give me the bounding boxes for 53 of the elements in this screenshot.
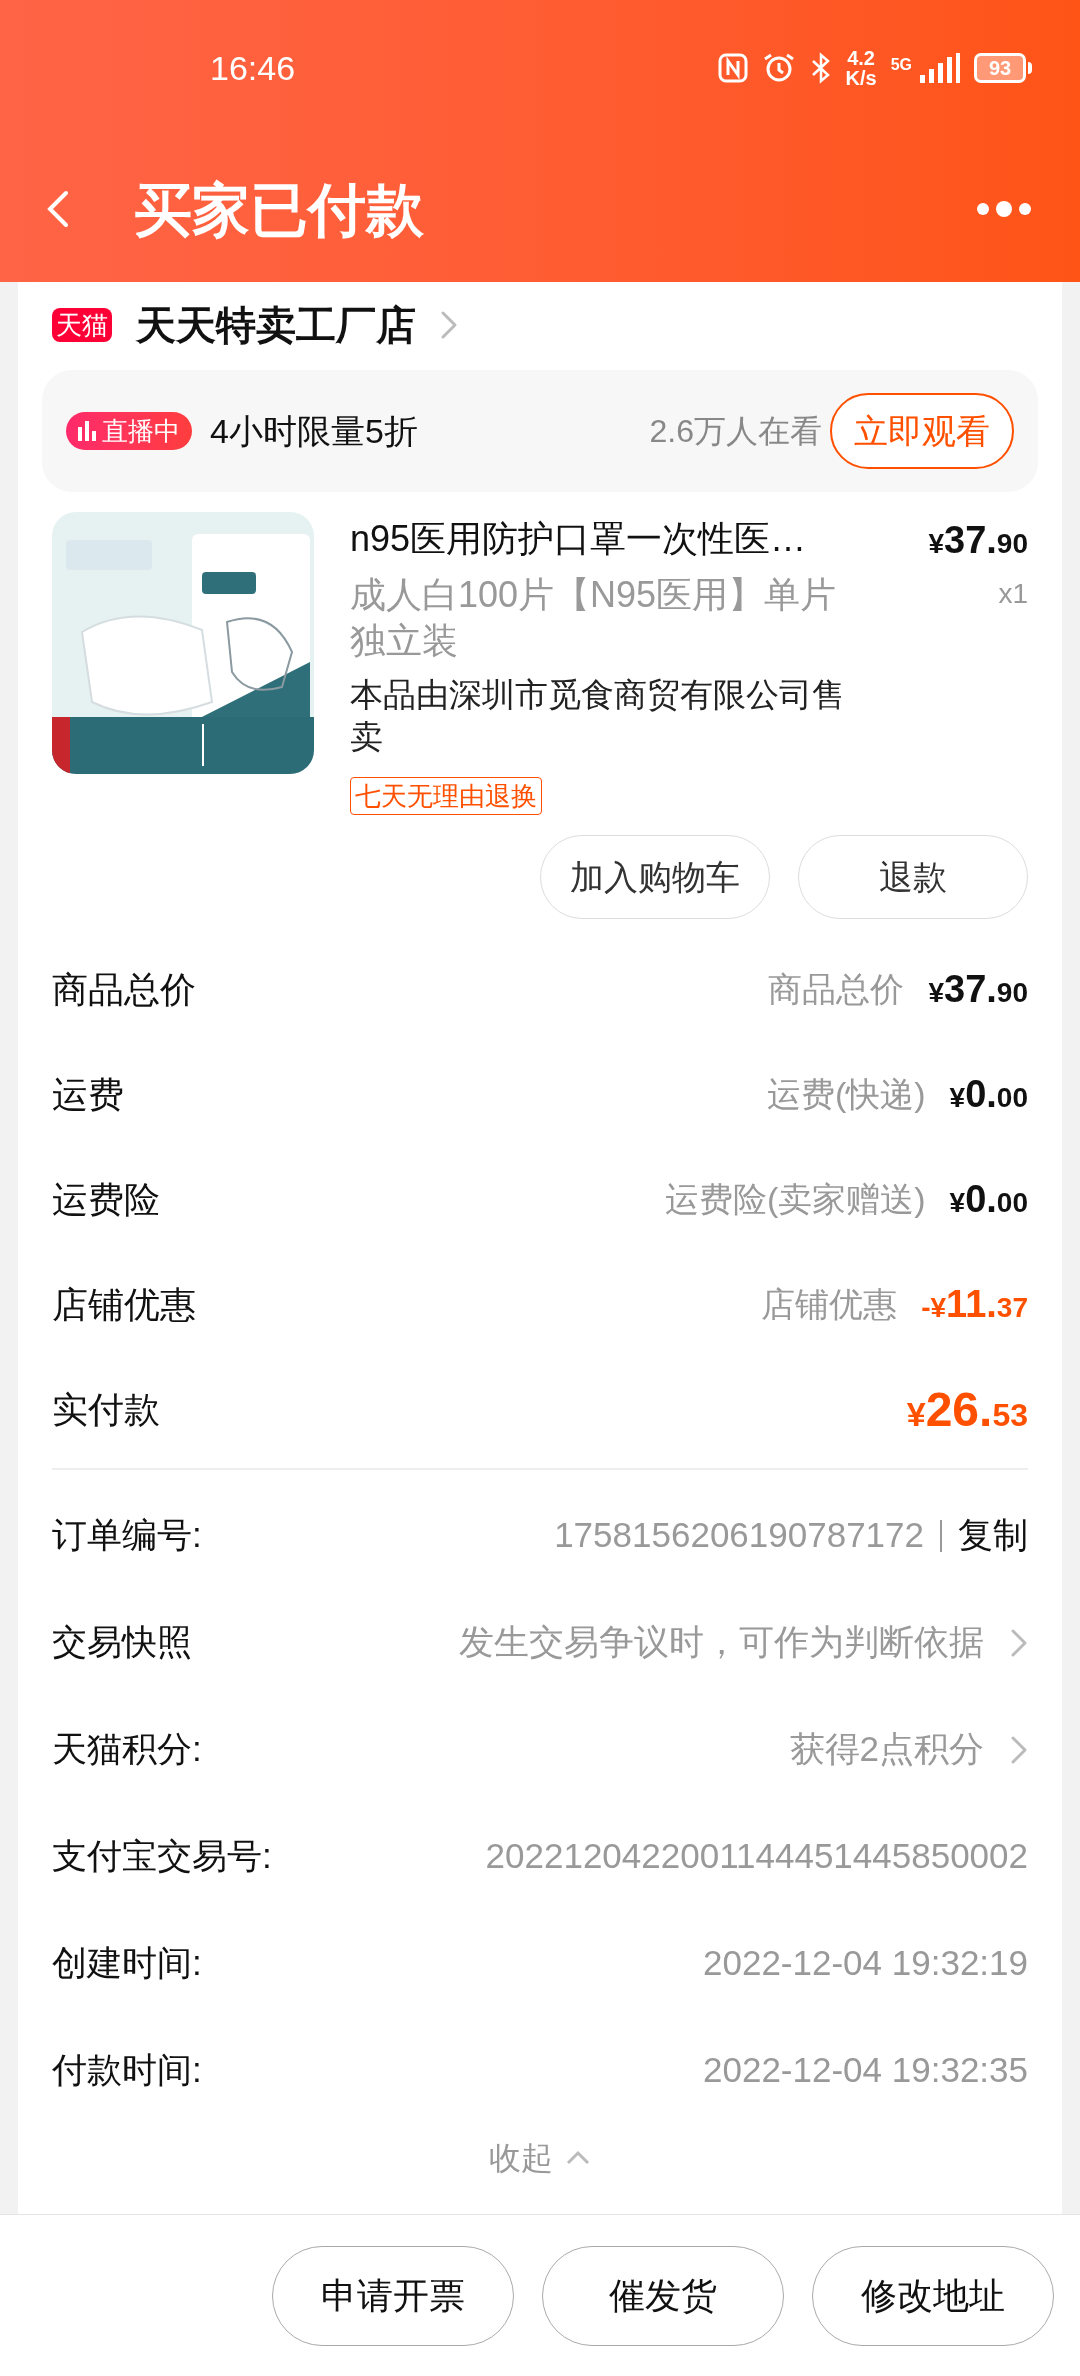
product-spec: 成人白100片【N95医用】单片独立装	[350, 573, 838, 663]
info-value: 1758156206190787172	[554, 1514, 924, 1557]
status-time: 16:46	[210, 47, 296, 89]
info-label: 订单编号:	[52, 1514, 202, 1557]
amount-detail: 店铺优惠	[761, 1284, 898, 1325]
amount-label: 店铺优惠	[52, 1282, 196, 1327]
info-label: 交易快照	[52, 1621, 192, 1664]
info-label: 天猫积分:	[52, 1728, 202, 1771]
chevron-right-icon	[440, 310, 458, 340]
network-type: 5G	[890, 55, 912, 75]
info-value: 2022120422001144451445850002	[485, 1835, 1028, 1878]
amount-detail: 运费(快递)	[766, 1074, 926, 1115]
amount-value: ¥0.00	[949, 1177, 1028, 1222]
nfc-icon	[717, 53, 748, 83]
return-tag: 七天无理由退换	[350, 777, 542, 815]
network-speed: 4.2	[847, 48, 875, 68]
network-speed-unit: K/s	[845, 68, 877, 88]
seller-note: 本品由深圳市觅食商贸有限公司售卖	[350, 675, 846, 757]
amount-detail: 商品总价	[768, 969, 905, 1010]
amount-value: ¥37.90	[928, 967, 1028, 1012]
amount-value: -¥11.37	[921, 1282, 1028, 1327]
amount-detail: 运费险(卖家赠送)	[664, 1179, 926, 1220]
back-icon	[46, 189, 70, 229]
info-value: 2022-12-04 19:32:35	[703, 2049, 1028, 2092]
amount-label: 商品总价	[52, 967, 196, 1012]
amount-label: 运费险	[52, 1177, 160, 1222]
info-value: 发生交易争议时，可作为判断依据	[459, 1621, 984, 1664]
product-price: ¥37.90	[928, 518, 1028, 563]
info-label: 创建时间:	[52, 1942, 202, 1985]
info-label: 付款时间:	[52, 2049, 202, 2092]
amount-label: 实付款	[52, 1387, 160, 1432]
product-quantity: x1	[998, 577, 1028, 611]
info-value: 2022-12-04 19:32:19	[703, 1942, 1028, 1985]
live-badge: 直播中	[66, 412, 192, 450]
bottom-action-button[interactable]: 申请开票	[272, 2245, 514, 2346]
copy-button[interactable]: 复制	[958, 1509, 1028, 1562]
shop-link[interactable]: 天天特卖工厂店	[136, 295, 416, 355]
product-title: n95医用防护口罩一次性医…	[350, 517, 808, 561]
chevron-up-icon	[565, 2150, 591, 2166]
bottom-action-button[interactable]: 催发货	[542, 2245, 784, 2346]
live-promo: 4小时限量5折	[210, 410, 418, 452]
amount-value: ¥0.00	[949, 1072, 1028, 1117]
bottom-action-button[interactable]: 修改地址	[812, 2245, 1054, 2346]
amount-label: 运费	[52, 1072, 124, 1117]
info-value: 获得2点积分	[789, 1728, 984, 1771]
tmall-badge: 天猫	[52, 308, 112, 342]
amount-value: ¥26.53	[906, 1381, 1028, 1438]
bars-icon	[78, 421, 96, 441]
more-icon	[975, 199, 1033, 219]
viewer-count: 2.6万人在看	[649, 412, 822, 451]
battery-level: 93	[988, 58, 1012, 78]
info-label: 支付宝交易号:	[52, 1835, 272, 1878]
page-title: 买家已付款	[134, 175, 424, 244]
